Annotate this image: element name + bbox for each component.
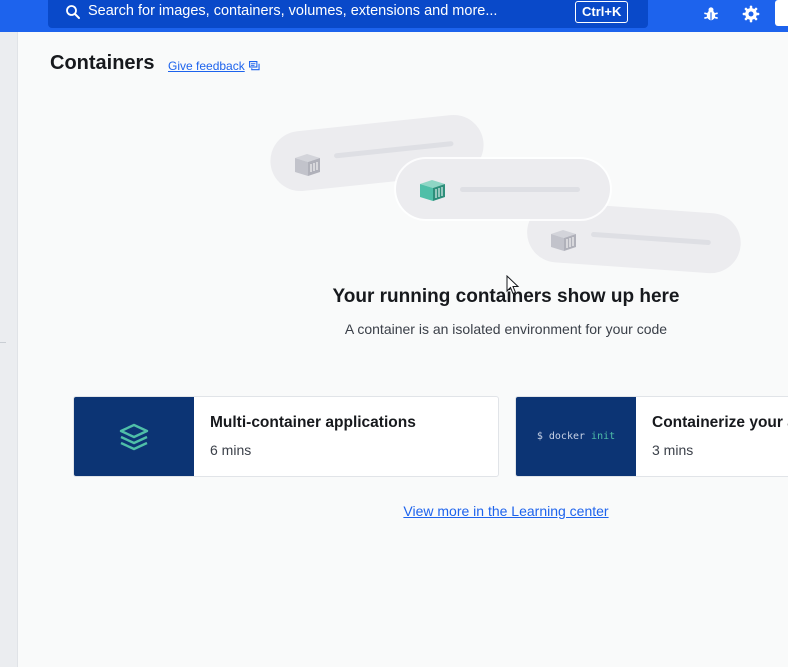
search-icon (66, 5, 80, 19)
card-thumbnail (74, 397, 194, 476)
mouse-pointer-icon (506, 275, 520, 295)
search-shortcut-badge: Ctrl+K (575, 1, 629, 23)
search-placeholder: Search for images, containers, volumes, … (88, 3, 498, 19)
empty-containers-illustration (270, 114, 741, 274)
feedback-label: Give feedback (168, 59, 245, 73)
learning-card-containerize[interactable]: $ docker init Containerize your applicat… (515, 396, 788, 477)
card-title: Multi-container applications (210, 414, 416, 431)
sidebar (0, 32, 18, 667)
top-bar: Search for images, containers, volumes, … (0, 0, 788, 32)
chat-bubble-icon (248, 61, 260, 71)
page-title: Containers (50, 52, 155, 74)
container-icon-active (420, 180, 445, 201)
docker-init-code-snippet: $ docker init (536, 431, 616, 442)
empty-state-subtitle: A container is an isolated environment f… (344, 321, 668, 337)
gear-icon[interactable] (741, 4, 761, 24)
learning-card-multi-container[interactable]: Multi-container applications 6 mins (73, 396, 499, 477)
card-title: Containerize your application (652, 414, 788, 431)
give-feedback-link[interactable]: Give feedback (168, 59, 260, 73)
card-duration: 6 mins (210, 442, 252, 458)
container-icon (295, 154, 320, 176)
learning-center-link[interactable]: View more in the Learning center (256, 503, 756, 519)
bug-icon[interactable] (701, 4, 721, 24)
container-icon (551, 230, 576, 251)
card-duration: 3 mins (652, 442, 694, 458)
sidebar-divider (0, 342, 6, 343)
stack-icon (119, 423, 149, 450)
account-button[interactable] (775, 0, 788, 26)
card-thumbnail: $ docker init (516, 397, 636, 476)
global-search-bar[interactable]: Search for images, containers, volumes, … (48, 0, 648, 28)
